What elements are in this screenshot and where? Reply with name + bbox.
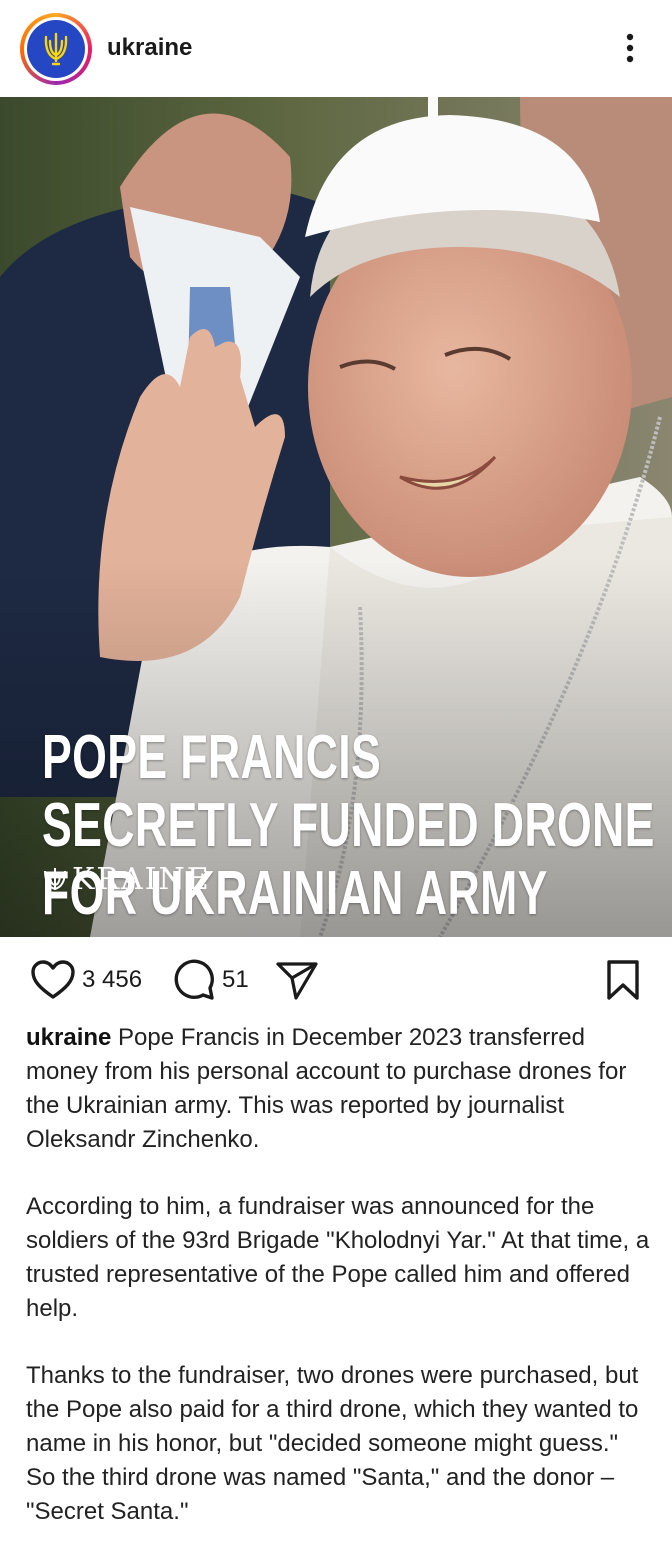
headline-line: SECRETLY FUNDED DRONE [42,791,655,860]
bookmark-icon [607,960,639,1000]
username[interactable]: ukraine [107,34,192,62]
more-options-button[interactable] [612,26,648,70]
comment-icon [174,959,214,1000]
heart-icon [31,960,75,999]
caption-author[interactable]: ukraine [26,1024,111,1051]
trident-icon [44,867,66,890]
comment-button[interactable]: 51 [172,957,249,1003]
post-image[interactable]: POPE FRANCIS SECRETLY FUNDED DRONE FOR U… [0,97,672,937]
share-button[interactable] [274,957,320,1003]
send-icon [276,962,318,1000]
comment-count[interactable]: 51 [222,966,249,994]
more-vertical-icon [626,33,634,63]
watermark-text: KRAINE [72,862,211,897]
trident-icon [44,32,68,66]
caption-paragraph: According to him, a fundraiser was annou… [26,1193,650,1322]
caption-paragraph: Thanks to the fundraiser, two drones wer… [26,1362,639,1525]
post-actions: 3 456 51 [0,945,672,1015]
post-caption: ukraine Pope Francis in December 2023 tr… [26,1021,651,1562]
like-count[interactable]: 3 456 [82,966,142,994]
like-button[interactable]: 3 456 [30,957,142,1003]
avatar[interactable] [27,20,85,78]
save-button[interactable] [604,957,642,1003]
brand-watermark: KRAINE [42,862,211,897]
story-ring[interactable] [20,13,92,85]
avatar-frame [24,17,88,81]
post-header: ukraine [0,0,672,97]
caption-text: Pope Francis in December 2023 transferre… [26,1024,627,1153]
headline-line: POPE FRANCIS [42,723,382,792]
caption-paragraph: ukraine Pope Francis in December 2023 tr… [26,1021,651,1157]
post-headline: POPE FRANCIS SECRETLY FUNDED DRONE FOR U… [42,724,655,928]
